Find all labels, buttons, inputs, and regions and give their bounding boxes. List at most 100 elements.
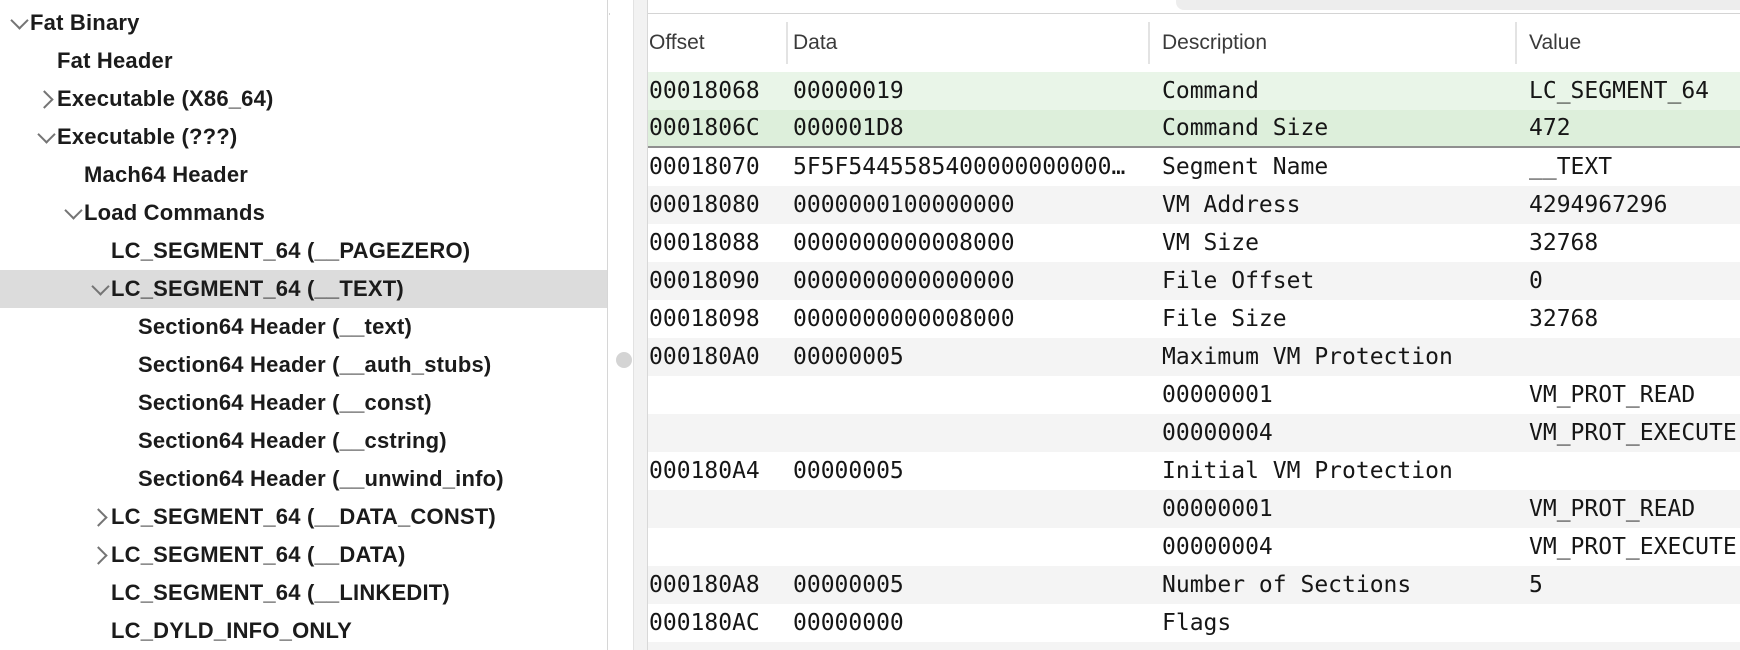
cell-data: 0000000100000000 xyxy=(793,192,1162,218)
cell-value: VM_PROT_EXECUTE xyxy=(1529,420,1740,446)
chevron-icon[interactable] xyxy=(8,12,30,34)
cell-offset: 00018088 xyxy=(649,230,793,256)
cell-description: Maximum VM Protection xyxy=(1162,344,1529,370)
table-row[interactable]: 00018088 0000000000008000 VM Size 32768 xyxy=(648,224,1740,262)
tree-item[interactable]: Section64 Header (__unwind_info) xyxy=(0,460,607,498)
tree-item-label: LC_SEGMENT_64 (__DATA_CONST) xyxy=(111,504,496,530)
structure-tree: Fat Binary Fat Header Executable (X86_64… xyxy=(0,0,608,650)
chevron-icon[interactable] xyxy=(89,278,111,300)
cell-description: Number of Sections xyxy=(1162,572,1529,598)
table-row[interactable]: 00000001 VM_PROT_READ xyxy=(648,490,1740,528)
table-row[interactable] xyxy=(648,642,1740,650)
chevron-icon[interactable] xyxy=(35,50,57,72)
table-row[interactable]: 00018090 0000000000000000 File Offset 0 xyxy=(648,262,1740,300)
table-row[interactable]: 00018080 0000000100000000 VM Address 429… xyxy=(648,186,1740,224)
tree-item[interactable]: Section64 Header (__text) xyxy=(0,308,607,346)
cell-value: __TEXT xyxy=(1529,154,1740,180)
cell-data: 00000005 xyxy=(793,458,1162,484)
tree-item[interactable]: LC_SEGMENT_64 (__DATA_CONST) xyxy=(0,498,607,536)
table-row[interactable]: 000180A4 00000005 Initial VM Protection xyxy=(648,452,1740,490)
column-divider[interactable] xyxy=(786,22,788,64)
column-divider[interactable] xyxy=(1148,22,1150,64)
cell-data: 00000005 xyxy=(793,344,1162,370)
splitter-track xyxy=(633,0,648,650)
splitter-handle[interactable] xyxy=(616,352,632,368)
table-row[interactable]: 000180A0 00000005 Maximum VM Protection xyxy=(648,338,1740,376)
cell-value: VM_PROT_EXECUTE xyxy=(1529,534,1740,560)
column-header[interactable]: Offset xyxy=(649,31,793,55)
binary-inspector-window: Fat Binary Fat Header Executable (X86_64… xyxy=(0,0,1740,650)
table-row[interactable]: 00018098 0000000000008000 File Size 3276… xyxy=(648,300,1740,338)
tree-item[interactable]: LC_SEGMENT_64 (__DATA) xyxy=(0,536,607,574)
cell-data: 00000005 xyxy=(793,572,1162,598)
cell-description: 00000001 xyxy=(1162,382,1529,408)
table-row[interactable]: 00018070 5F5F5445585400000000000… Segmen… xyxy=(648,148,1740,186)
tree-item[interactable]: LC_SEGMENT_64 (__PAGEZERO) xyxy=(0,232,607,270)
tree-item-label: Section64 Header (__text) xyxy=(138,314,412,340)
cell-offset: 0001806C xyxy=(649,115,793,141)
chevron-icon[interactable] xyxy=(62,202,84,224)
tree-item-label: Section64 Header (__const) xyxy=(138,390,432,416)
table-row[interactable]: 000180AC 00000000 Flags xyxy=(648,604,1740,642)
cell-value: VM_PROT_READ xyxy=(1529,382,1740,408)
tree-item-label: Section64 Header (__auth_stubs) xyxy=(138,352,491,378)
chevron-icon[interactable] xyxy=(89,620,111,642)
cell-data: 00000019 xyxy=(793,78,1162,104)
table-row[interactable]: 00000004 VM_PROT_EXECUTE xyxy=(648,414,1740,452)
table-row[interactable]: 0001806C 000001D8 Command Size 472 xyxy=(648,110,1740,148)
pane-splitter[interactable] xyxy=(610,0,649,650)
tree-item[interactable]: LC_SEGMENT_64 (__TEXT) xyxy=(0,270,607,308)
tree-item[interactable]: Section64 Header (__cstring) xyxy=(0,422,607,460)
tree-item[interactable]: Section64 Header (__auth_stubs) xyxy=(0,346,607,384)
chevron-icon[interactable] xyxy=(116,468,138,490)
tree-item[interactable]: Executable (???) xyxy=(0,118,607,156)
column-header[interactable]: Data xyxy=(793,31,1162,55)
tree-item[interactable]: Section64 Header (__const) xyxy=(0,384,607,422)
cell-description: 00000004 xyxy=(1162,420,1529,446)
tree-item-label: LC_SEGMENT_64 (__DATA) xyxy=(111,542,406,568)
chevron-icon[interactable] xyxy=(116,430,138,452)
tree-item[interactable]: Load Commands xyxy=(0,194,607,232)
column-divider[interactable] xyxy=(1515,22,1517,64)
chevron-icon[interactable] xyxy=(89,240,111,262)
cell-offset: 00018068 xyxy=(649,78,793,104)
table-body: 00018068 00000019 Command LC_SEGMENT_64 … xyxy=(648,72,1740,650)
tree-item[interactable]: LC_SEGMENT_64 (__LINKEDIT) xyxy=(0,574,607,612)
tree-item[interactable]: LC_DYLD_INFO_ONLY xyxy=(0,612,607,650)
cell-description: VM Size xyxy=(1162,230,1529,256)
toolbar-partial-control-right[interactable] xyxy=(1176,0,1740,10)
table-row[interactable]: 000180A8 00000005 Number of Sections 5 xyxy=(648,566,1740,604)
cell-offset: 00018080 xyxy=(649,192,793,218)
cell-offset: 00018070 xyxy=(649,154,793,180)
tree-item[interactable]: Executable (X86_64) xyxy=(0,80,607,118)
tree-item-label: Executable (X86_64) xyxy=(57,86,274,112)
chevron-icon[interactable] xyxy=(89,582,111,604)
cell-value: 0 xyxy=(1529,268,1740,294)
cell-value: 472 xyxy=(1529,115,1740,141)
table-row[interactable]: 00000001 VM_PROT_READ xyxy=(648,376,1740,414)
column-header[interactable]: Description xyxy=(1162,31,1529,55)
chevron-icon[interactable] xyxy=(89,506,111,528)
table-row[interactable]: 00018068 00000019 Command LC_SEGMENT_64 xyxy=(648,72,1740,110)
cell-data: 00000000 xyxy=(793,610,1162,636)
cell-description: Command xyxy=(1162,78,1529,104)
chevron-icon[interactable] xyxy=(116,316,138,338)
tree-item[interactable]: Mach64 Header xyxy=(0,156,607,194)
chevron-icon[interactable] xyxy=(116,392,138,414)
cell-value: LC_SEGMENT_64 xyxy=(1529,78,1740,104)
cell-description: 00000001 xyxy=(1162,496,1529,522)
cell-data: 0000000000008000 xyxy=(793,230,1162,256)
tree-item-label: LC_SEGMENT_64 (__TEXT) xyxy=(111,276,404,302)
table-row[interactable]: 00000004 VM_PROT_EXECUTE xyxy=(648,528,1740,566)
chevron-icon[interactable] xyxy=(35,88,57,110)
chevron-icon[interactable] xyxy=(116,354,138,376)
chevron-icon[interactable] xyxy=(89,544,111,566)
tree-item[interactable]: Fat Binary xyxy=(0,4,607,42)
cell-offset: 000180A8 xyxy=(649,572,793,598)
column-header[interactable]: Value xyxy=(1529,31,1740,55)
tree-item[interactable]: Fat Header xyxy=(0,42,607,80)
chevron-icon[interactable] xyxy=(62,164,84,186)
cell-offset: 000180A0 xyxy=(649,344,793,370)
chevron-icon[interactable] xyxy=(35,126,57,148)
cell-data: 0000000000008000 xyxy=(793,306,1162,332)
